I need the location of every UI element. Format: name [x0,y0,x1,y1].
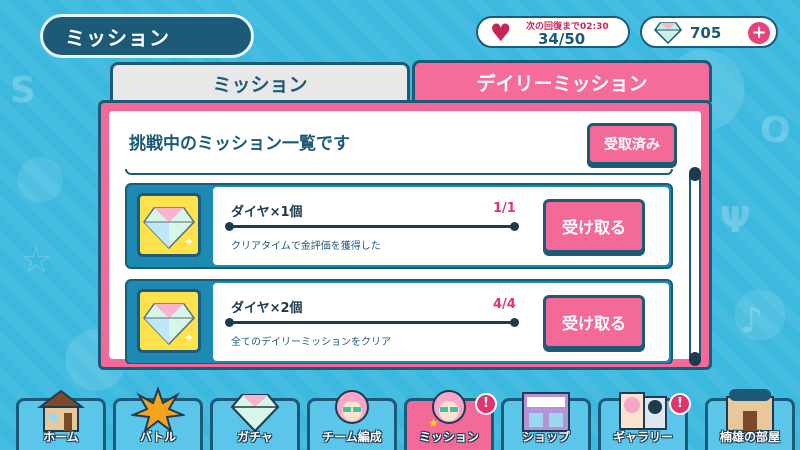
scrollbar[interactable] [689,167,701,366]
mission-progress-bar [225,222,519,231]
diamond-counter: 705 + [640,16,778,48]
mission-panel-inner: 挑戦中のミッション一覧です 受取済み ✦ ダイヤ×1個 1/1 クリアタイムで金… [109,111,701,366]
nav-gacha[interactable]: ガチャ [210,394,300,450]
progress-bar-end [510,222,519,231]
progress-bar-end [510,318,519,327]
page-title: ミッション [40,14,254,58]
mission-item: ✦ ダイヤ×2個 4/4 全てのデイリーミッションをクリア 受け取る [125,279,673,364]
svg-text:✦: ✦ [184,235,194,249]
gallery-icon [616,387,670,433]
nav-label: チーム編成 [322,430,382,444]
nav-label: ギャラリー [612,430,673,444]
mission-item-body: ダイヤ×2個 4/4 全てのデイリーミッションをクリア 受け取る [213,283,669,361]
nav-label: ミッション [418,430,479,444]
diamond-icon [654,22,682,48]
nav-label: バトル [139,430,177,444]
scrollbar-bottom-cap [689,352,701,366]
nav-label: 楠雄の部屋 [719,430,780,444]
bottom-nav: ホーム バトル ガチャ チーム編成 ★ ! ミッション ショップ ! ギャラリー… [0,386,800,450]
battle-burst-icon [129,386,187,434]
svg-text:✦: ✦ [184,331,194,345]
add-diamonds-button[interactable]: + [748,22,770,44]
list-item [125,169,673,175]
mission-reward-title: ダイヤ×2個 [231,301,303,316]
diamond-icon: ✦ [137,289,201,353]
panel-heading: 挑戦中のミッション一覧です [129,134,350,154]
receive-button[interactable]: 受け取る [543,295,645,349]
tab-daily-mission[interactable]: デイリーミッション [412,60,712,102]
bg-glyph: O [760,110,791,151]
mission-progress-bar [225,318,519,327]
mission-description: クリアタイムで金評価を獲得した [231,241,381,252]
mission-panel: 挑戦中のミッション一覧です 受取済み ✦ ダイヤ×1個 1/1 クリアタイムで金… [98,100,712,370]
mission-character-icon: ★ [422,387,476,433]
team-character-icon [325,387,379,433]
nav-battle[interactable]: バトル [113,386,203,450]
heart-icon: ♥ [490,19,512,47]
bg-glyph: ☆ [20,240,53,281]
mission-description: 全てのデイリーミッションをクリア [231,337,391,348]
gacha-diamond-icon [228,387,282,433]
mission-list[interactable]: ✦ ダイヤ×1個 1/1 クリアタイムで金評価を獲得した 受け取る ✦ ダイヤ×… [125,169,675,364]
nav-label: ショップ [521,430,570,444]
bg-glyph: S [10,70,36,111]
notification-badge: ! [475,393,497,415]
mission-progress: 4/4 [493,297,516,312]
nav-home[interactable]: ホーム [16,389,106,450]
mission-progress: 1/1 [493,201,516,216]
stamina-count: 34/50 [538,30,586,48]
progress-bar-start [225,222,234,231]
nav-gallery[interactable]: ! ギャラリー [598,392,691,450]
mission-item: ✦ ダイヤ×1個 1/1 クリアタイムで金評価を獲得した 受け取る [125,183,673,269]
mission-item-body: ダイヤ×1個 1/1 クリアタイムで金評価を獲得した 受け取る [213,187,669,265]
nav-room[interactable]: 楠雄の部屋 [705,389,795,450]
nav-mission[interactable]: ★ ! ミッション [404,390,497,450]
received-filter-button[interactable]: 受取済み [587,123,677,165]
nav-shop[interactable]: ショップ [501,392,591,450]
stamina-counter[interactable]: ♥ 次の回復まで02:30 34/50 [476,16,630,48]
house-icon [34,387,88,433]
nav-label: ホーム [43,430,79,444]
mission-reward-title: ダイヤ×1個 [231,205,303,220]
shop-icon [519,387,573,433]
nav-label: ガチャ [237,430,273,444]
room-icon [723,387,777,433]
receive-button[interactable]: 受け取る [543,199,645,253]
scrollbar-top-cap [689,167,701,181]
notification-badge: ! [669,393,691,415]
bg-glyph: ♪ [740,300,763,341]
bg-glyph: Ψ [720,200,751,241]
diamond-count: 705 [690,24,722,42]
tab-mission[interactable]: ミッション [110,62,410,102]
progress-bar-start [225,318,234,327]
diamond-icon: ✦ [137,193,201,257]
nav-team[interactable]: チーム編成 [307,390,397,450]
